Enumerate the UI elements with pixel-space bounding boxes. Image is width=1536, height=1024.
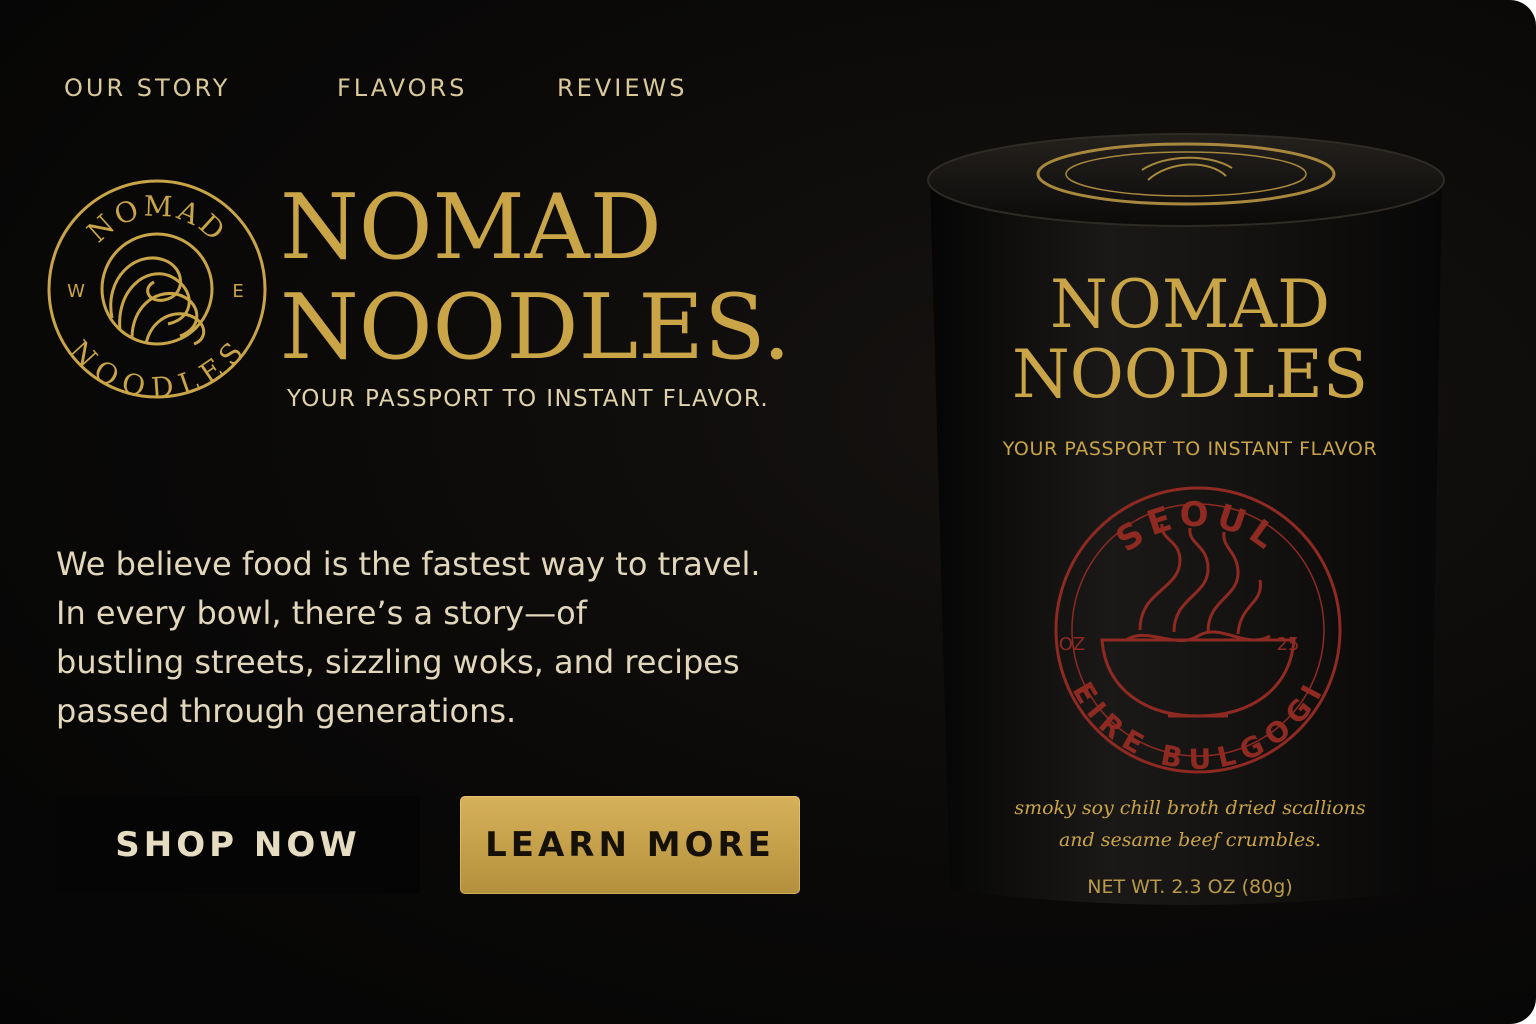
product-tagline: YOUR PASSPORT TO INSTANT FLAVOR [1002, 438, 1378, 460]
product-brand-name: NOMAD NOODLES [960, 270, 1420, 410]
learn-more-button[interactable]: LEARN MORE [460, 796, 800, 894]
seal-right-text: 25 [1277, 634, 1300, 655]
emblem-east-letter: E [232, 281, 243, 302]
brand-name-line-1: NOMAD [280, 175, 662, 280]
product-description: smoky soy chill broth dried scallions an… [970, 792, 1410, 856]
emblem-top-text: NOMAD [81, 190, 231, 249]
story-line-4: passed through generations. [56, 692, 517, 730]
product-name-line-1: NOMAD [1049, 266, 1331, 343]
brand-wordmark: NOMAD NOODLES. [280, 178, 791, 378]
story-line-1: We believe food is the fastest way to tr… [56, 545, 761, 583]
story-line-2: In every bowl, there’s a story—of [56, 594, 587, 632]
product-name-line-2: NOODLES [1011, 336, 1369, 413]
brand-story-copy: We believe food is the fastest way to tr… [56, 540, 761, 736]
product-net-weight: NET WT. 2.3 OZ (80g) [1087, 876, 1293, 898]
nav-our-story[interactable]: OUR STORY [64, 74, 230, 102]
product-description-line-1: smoky soy chill broth dried scallions [1014, 797, 1366, 819]
story-line-3: bustling streets, sizzling woks, and rec… [56, 643, 740, 681]
hero-page: OUR STORY FLAVORS REVIEWS NOMAD NOODLES … [0, 0, 1536, 1024]
nav-reviews[interactable]: REVIEWS [557, 74, 687, 102]
seal-left-text: OZ [1059, 634, 1086, 655]
shop-now-button[interactable]: SHOP NOW [56, 796, 420, 894]
product-container-image: SEOUL EIRE BULGOGI OZ 25 NOMAD NOODLES Y… [890, 120, 1490, 940]
brand-emblem-logo: NOMAD NOODLES W E [47, 179, 267, 404]
product-description-line-2: and sesame beef crumbles. [1058, 829, 1322, 851]
svg-text:NOMAD: NOMAD [81, 190, 234, 249]
brand-name-line-2: NOODLES. [280, 275, 791, 380]
emblem-west-letter: W [67, 281, 85, 302]
brand-tagline: YOUR PASSPORT TO INSTANT FLAVOR. [287, 386, 770, 412]
nav-flavors[interactable]: FLAVORS [337, 74, 467, 102]
noodle-swirl-icon [109, 256, 206, 346]
